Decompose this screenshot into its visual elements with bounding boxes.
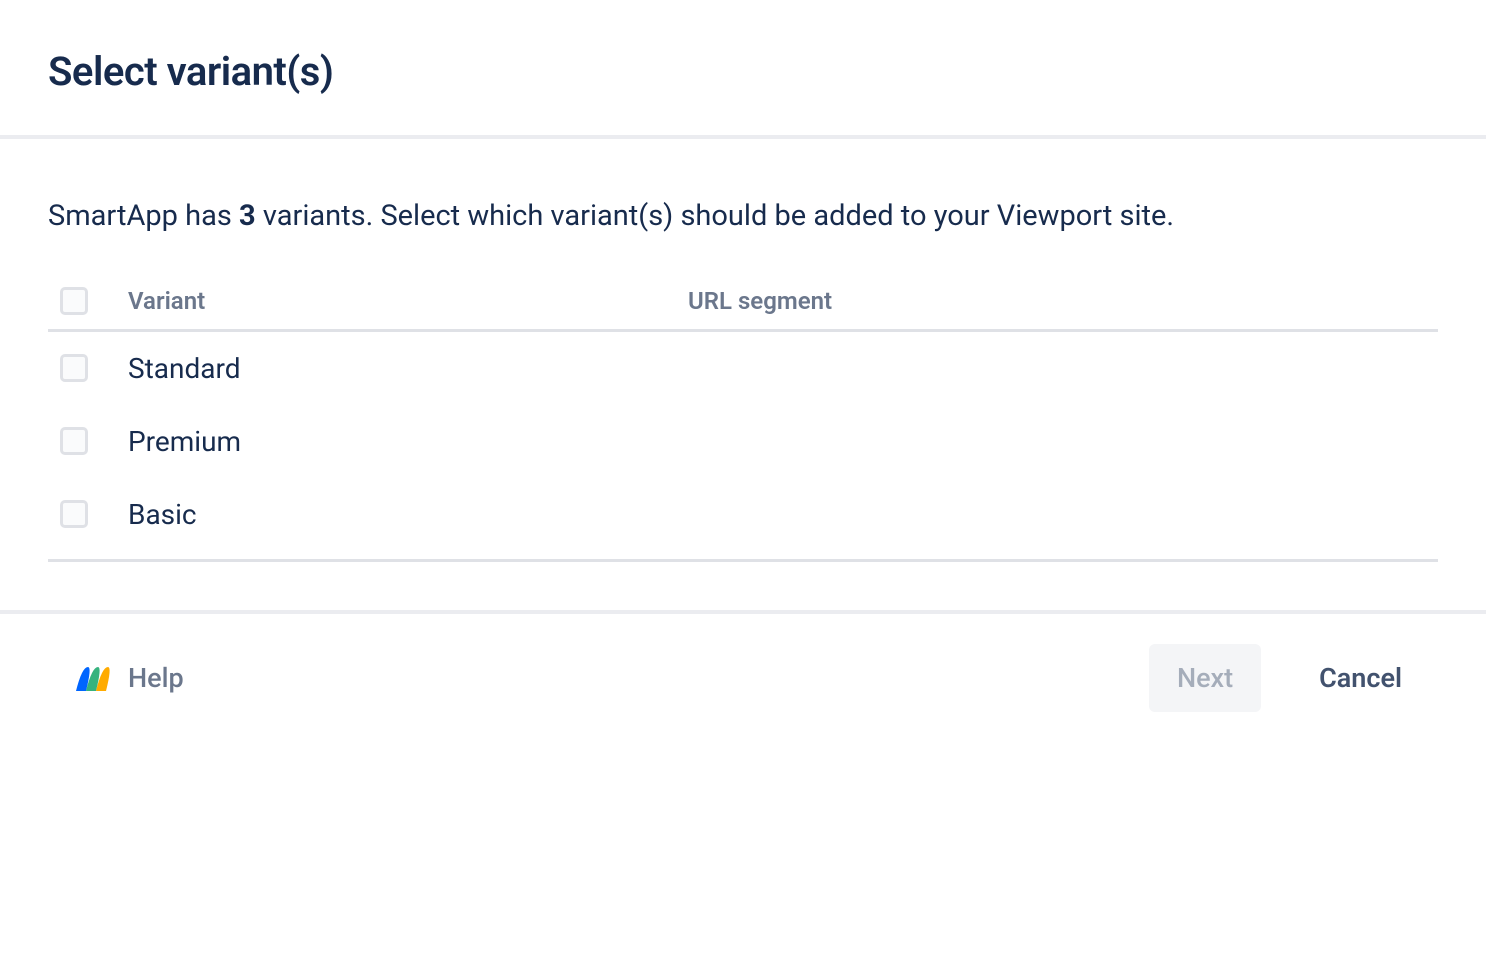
- variant-checkbox-basic[interactable]: [60, 500, 88, 528]
- variant-count: 3: [239, 199, 256, 233]
- app-name: SmartApp: [48, 199, 178, 233]
- dialog-footer: Help Next Cancel: [0, 614, 1486, 742]
- page-title: Select variant(s): [48, 48, 1438, 95]
- variant-name: Basic: [128, 498, 688, 531]
- dialog-content: SmartApp has 3 variants. Select which va…: [0, 139, 1486, 610]
- table-row: Basic: [48, 478, 1438, 562]
- row-checkbox-cell: [48, 354, 128, 382]
- variant-name: Premium: [128, 425, 688, 458]
- select-all-cell: [48, 287, 128, 315]
- footer-buttons: Next Cancel: [1149, 644, 1430, 712]
- variants-table: Variant URL segment Standard Premium Bas…: [48, 279, 1438, 562]
- help-link[interactable]: Help: [72, 661, 184, 695]
- table-row: Standard: [48, 332, 1438, 405]
- next-button[interactable]: Next: [1149, 644, 1261, 712]
- row-checkbox-cell: [48, 427, 128, 455]
- col-header-url: URL segment: [688, 287, 1438, 315]
- dialog-header: Select variant(s): [0, 0, 1486, 135]
- variant-checkbox-premium[interactable]: [60, 427, 88, 455]
- col-header-variant: Variant: [128, 287, 688, 315]
- row-checkbox-cell: [48, 500, 128, 528]
- variant-name: Standard: [128, 352, 688, 385]
- variant-checkbox-standard[interactable]: [60, 354, 88, 382]
- help-label: Help: [128, 662, 184, 694]
- table-row: Premium: [48, 405, 1438, 478]
- cancel-button[interactable]: Cancel: [1291, 644, 1430, 712]
- select-all-checkbox[interactable]: [60, 287, 88, 315]
- help-icon: [72, 661, 114, 695]
- table-header-row: Variant URL segment: [48, 279, 1438, 332]
- description-text: SmartApp has 3 variants. Select which va…: [48, 195, 1438, 239]
